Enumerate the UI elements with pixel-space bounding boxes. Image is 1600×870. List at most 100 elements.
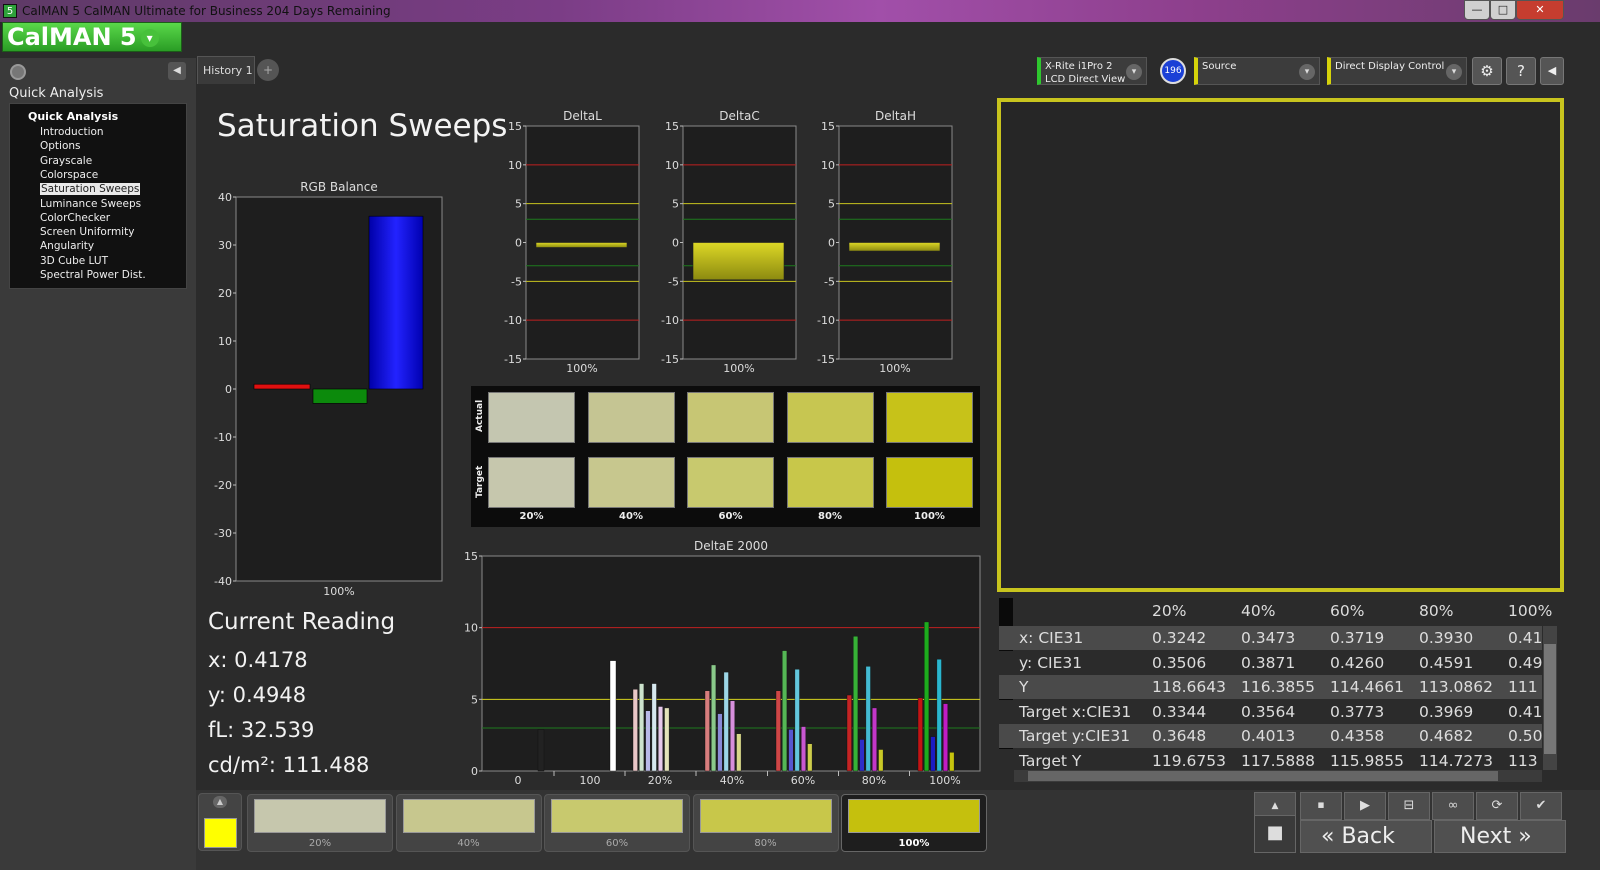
- table-row[interactable]: y: CIE31 0.3506 0.3871 0.4260 0.4591 0.49: [999, 650, 1543, 675]
- x-tick-label: 0: [515, 774, 522, 787]
- deltae-bar: [775, 690, 781, 772]
- y-tick-label: 15: [508, 120, 522, 133]
- patch-button[interactable]: 100%: [841, 794, 987, 852]
- table-row[interactable]: x: CIE31 0.3242 0.3473 0.3719 0.3930 0.41: [999, 626, 1543, 650]
- rgb-bar-blue: [368, 215, 424, 390]
- patch-button[interactable]: 20%: [247, 794, 393, 852]
- double-chevron-right-icon: »: [1518, 824, 1532, 849]
- deltae-bar: [859, 739, 865, 772]
- table-row-label: y: CIE31: [1019, 653, 1083, 672]
- table-row-label: Y: [1019, 678, 1029, 696]
- deltae-bar: [658, 706, 664, 772]
- y-tick-label: 40: [218, 191, 232, 204]
- table-row-label: Target y:CIE31: [1019, 727, 1131, 745]
- table-cell: 0.3719: [1330, 629, 1385, 647]
- y-tick-label: 10: [821, 159, 835, 172]
- table-cell: 0.4682: [1419, 727, 1474, 745]
- table-cell: 0.3648: [1152, 727, 1207, 745]
- loop-button[interactable]: ∞: [1432, 792, 1474, 820]
- table-row[interactable]: Target Y 119.6753 117.5888 115.9855 114.7273…: [999, 748, 1542, 770]
- table-row[interactable]: Target x:CIE31 0.3344 0.3564 0.3773 0.3969 0.…: [999, 699, 1543, 724]
- patch-swatch: [848, 799, 980, 833]
- table-cell: 0.3871: [1241, 653, 1296, 672]
- table-cell: 0.3564: [1241, 702, 1296, 721]
- swatch-label: 60%: [718, 511, 743, 522]
- deltae-bar: [704, 690, 710, 772]
- swatch-label: 40%: [619, 511, 643, 522]
- chart-title: RGB Balance: [300, 180, 378, 194]
- actual-swatch: [488, 392, 575, 443]
- scrollbar-thumb[interactable]: [1544, 644, 1556, 754]
- patch-label: 80%: [754, 838, 777, 849]
- actual-swatch: [587, 392, 675, 443]
- deltae-bar: [924, 621, 930, 772]
- table-row[interactable]: Y 118.6643 116.3855 114.4661 113.0862 111: [999, 675, 1542, 699]
- deltae-bar: [782, 650, 788, 772]
- scrollbar-thumb[interactable]: [1028, 771, 1498, 781]
- stop-button[interactable]: ■: [1254, 815, 1296, 853]
- stop-measure-button[interactable]: ⏹: [1300, 792, 1342, 820]
- table-header-cell[interactable]: 60%: [1330, 598, 1364, 624]
- table-row-label: Target Y: [1019, 751, 1082, 770]
- y-tick-label: -10: [214, 431, 232, 444]
- patch-label: 20%: [308, 838, 332, 849]
- x-tick-label: 100%: [566, 362, 597, 375]
- y-tick-label: 0: [225, 383, 232, 396]
- y-tick-label: 10: [464, 622, 478, 635]
- delta-bar: [535, 242, 628, 248]
- play-button[interactable]: ▶: [1344, 792, 1386, 820]
- table-header-cell[interactable]: 100%: [1508, 598, 1552, 624]
- refresh-icon: ⟳: [1491, 798, 1503, 813]
- deltae-bar: [645, 710, 651, 772]
- swatch-label: 100%: [914, 511, 945, 522]
- back-button[interactable]: « Back: [1300, 820, 1432, 853]
- table-header-cell[interactable]: 40%: [1241, 598, 1275, 624]
- table-cell: 0.3506: [1152, 653, 1207, 672]
- confirm-button[interactable]: ✔: [1520, 792, 1562, 820]
- deltae-bar: [853, 636, 859, 772]
- actual-swatch: [886, 392, 973, 443]
- target-swatch: [488, 457, 575, 508]
- deltae-bar: [801, 726, 807, 772]
- y-tick-label: 15: [464, 550, 478, 563]
- chart-title: DeltaC: [719, 109, 759, 123]
- table-cell: 0.4358: [1330, 727, 1385, 745]
- table-cell: 0.3473: [1241, 629, 1296, 647]
- swatch-label: 20%: [519, 511, 544, 522]
- swatch-label: 80%: [818, 511, 842, 522]
- chevron-up-icon[interactable]: ▲: [213, 796, 227, 808]
- deltae-bar: [846, 694, 852, 772]
- table-cell: 0.4591: [1419, 653, 1474, 672]
- current-color-panel: ▲: [198, 793, 242, 851]
- reading-fl: fL: 32.539: [208, 718, 315, 742]
- table-row[interactable]: Target y:CIE31 0.3648 0.4013 0.4358 0.4682 0.…: [999, 724, 1543, 748]
- y-tick-label: 0: [672, 237, 679, 250]
- next-button[interactable]: Next »: [1434, 820, 1566, 853]
- table-header-cell[interactable]: 80%: [1419, 598, 1453, 624]
- refresh-button[interactable]: ⟳: [1476, 792, 1518, 820]
- patch-button[interactable]: 80%: [692, 794, 839, 852]
- play-icon: ▶: [1360, 798, 1370, 813]
- table-vertical-scrollbar[interactable]: [1543, 626, 1557, 770]
- deltae-bar: [651, 683, 657, 772]
- patch-button[interactable]: 60%: [544, 794, 690, 852]
- y-tick-label: 5: [515, 198, 522, 211]
- table-cell: 0.49: [1508, 653, 1543, 672]
- actual-row-label: Actual: [475, 399, 485, 432]
- range-icon: ⊟: [1403, 798, 1415, 813]
- patch-label: 60%: [605, 838, 629, 849]
- table-header-cell[interactable]: 20%: [1152, 598, 1186, 624]
- target-swatch: [886, 457, 973, 508]
- deltae-bar: [807, 743, 813, 772]
- y-tick-label: -5: [668, 275, 679, 288]
- table-cell: 118.6643: [1152, 678, 1226, 696]
- target-swatch: [786, 457, 874, 508]
- infinity-icon: ∞: [1447, 798, 1459, 813]
- deltae-bar: [723, 671, 729, 772]
- table-horizontal-scrollbar[interactable]: [1014, 770, 1542, 782]
- deltae-bar: [865, 666, 871, 772]
- table-row-label: Target x:CIE31: [1019, 702, 1132, 721]
- patch-button[interactable]: 40%: [395, 794, 542, 852]
- x-tick-label: 100%: [723, 362, 754, 375]
- measure-range-button[interactable]: ⊟: [1388, 792, 1430, 820]
